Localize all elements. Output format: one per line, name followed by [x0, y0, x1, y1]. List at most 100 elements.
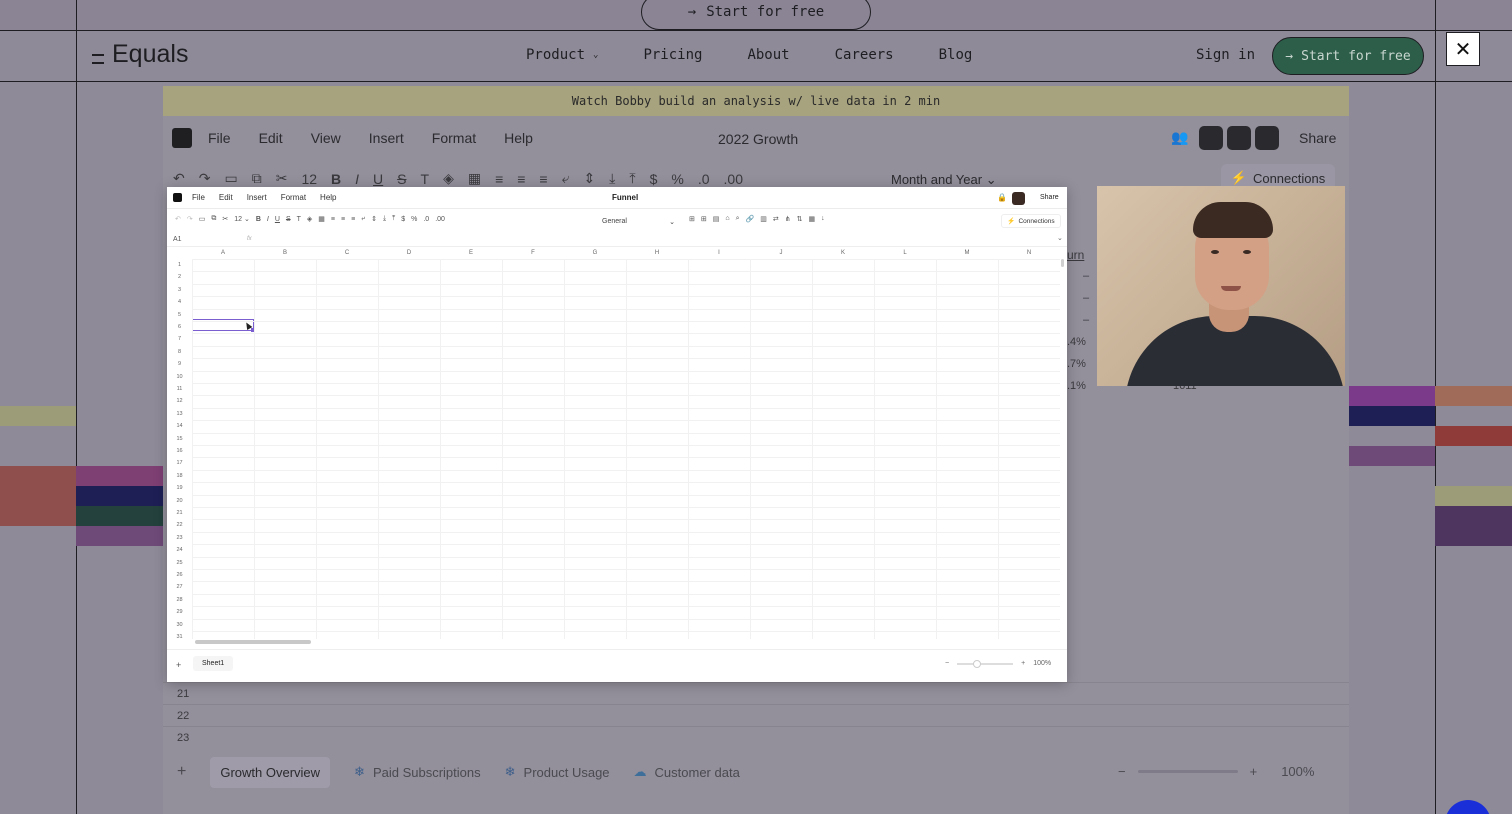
decimal-decrease-icon[interactable]: .0	[423, 216, 429, 223]
column-header[interactable]: N	[998, 247, 1060, 259]
row-header[interactable]: 27	[167, 584, 192, 590]
column-header[interactable]: D	[378, 247, 440, 259]
column-header[interactable]: H	[626, 247, 688, 259]
valign-top-icon[interactable]: ⤒	[392, 215, 395, 223]
zoom-in-icon[interactable]: +	[1250, 764, 1258, 779]
video-banner[interactable]: Watch Bobby build an analysis w/ live da…	[163, 86, 1349, 116]
row-header[interactable]: 4	[167, 299, 192, 305]
spreadsheet-grid[interactable]: A B C D E F G H I J K L M N 1 2 3 4 5 6 7 8 9 10 11 12 13 14 15 16 17 1…	[167, 247, 1060, 640]
valign-middle-icon[interactable]: ⇕	[371, 215, 377, 223]
zoom-out-icon[interactable]: −	[1118, 764, 1126, 779]
avatar[interactable]	[1012, 192, 1025, 205]
bold-icon[interactable]: B	[331, 171, 341, 187]
tag-icon[interactable]: ⌂	[725, 215, 729, 223]
row-header[interactable]: 22	[167, 522, 192, 528]
v-share-button[interactable]: Share	[1040, 194, 1059, 201]
decimal-increase-icon[interactable]: .00	[724, 171, 743, 187]
bg-menu-help[interactable]: Help	[504, 130, 533, 146]
sort-alpha-icon[interactable]: ↓	[821, 215, 825, 223]
font-size-select[interactable]: 12	[301, 171, 317, 187]
decimal-decrease-icon[interactable]: .0	[698, 171, 710, 187]
clipboard-icon[interactable]: ▭	[224, 170, 237, 187]
row-header[interactable]: 6	[167, 324, 192, 330]
redo-icon[interactable]: ↷	[199, 170, 211, 187]
bg-date-group-select[interactable]: Month and Year ⌄	[891, 172, 997, 188]
bg-share-button[interactable]: Share	[1299, 130, 1336, 146]
undo-icon[interactable]: ↶	[175, 215, 181, 223]
nav-product[interactable]: Product ⌄	[526, 47, 598, 63]
app-menu-icon[interactable]	[172, 128, 192, 148]
add-sheet-icon[interactable]: +	[176, 660, 181, 670]
nav-start-free-button[interactable]: → Start for free	[1272, 37, 1424, 75]
search-icon[interactable]: ⌕	[736, 215, 740, 223]
app-menu-icon[interactable]	[173, 193, 182, 202]
align-center-icon[interactable]: ≡	[341, 216, 345, 223]
zoom-out-icon[interactable]: −	[945, 660, 949, 667]
filter-icon[interactable]: ⋔	[785, 215, 791, 223]
percent-icon[interactable]: %	[411, 216, 417, 223]
equals-logo[interactable]: Equals	[92, 40, 188, 69]
align-left-icon[interactable]: ≡	[495, 171, 503, 187]
row-header[interactable]: 24	[167, 547, 192, 553]
nav-about[interactable]: About	[747, 47, 789, 63]
scissors-icon[interactable]: ✂	[276, 170, 288, 187]
tab-customer-data[interactable]: ☁ Customer data	[634, 764, 740, 780]
scissors-icon[interactable]: ✂	[222, 215, 228, 223]
wrap-icon[interactable]: ⤶	[562, 170, 570, 187]
v-menu-edit[interactable]: Edit	[219, 193, 233, 202]
decimal-increase-icon[interactable]: .00	[435, 216, 445, 223]
row-header[interactable]: 30	[167, 622, 192, 628]
align-left-icon[interactable]: ≡	[331, 216, 335, 223]
row-header[interactable]: 5	[167, 312, 192, 318]
row-header[interactable]: 14	[167, 423, 192, 429]
horizontal-scrollbar[interactable]	[195, 640, 311, 644]
video-player[interactable]: File Edit Insert Format Help Funnel 🔒 Sh…	[167, 187, 1067, 682]
nav-careers[interactable]: Careers	[835, 47, 894, 63]
v-document-title[interactable]: Funnel	[612, 193, 638, 202]
nav-pricing[interactable]: Pricing	[643, 47, 702, 63]
copy-icon[interactable]: ⧉	[252, 170, 262, 187]
currency-icon[interactable]: $	[650, 171, 658, 187]
redo-icon[interactable]: ↷	[187, 215, 193, 223]
italic-icon[interactable]: I	[267, 216, 269, 223]
v-menu-format[interactable]: Format	[281, 193, 306, 202]
valign-top-icon[interactable]: ⤒	[629, 170, 635, 187]
font-size-select[interactable]: 12 ⌄	[234, 215, 250, 223]
row-header[interactable]: 21	[167, 510, 192, 516]
row-header[interactable]: 3	[167, 287, 192, 293]
row-header[interactable]: 1	[167, 262, 192, 268]
zoom-slider-knob[interactable]	[973, 659, 982, 668]
cell-reference[interactable]: A1	[173, 236, 182, 243]
freeze-icon[interactable]: ▦	[809, 215, 816, 223]
bg-menu-edit[interactable]: Edit	[259, 130, 283, 146]
row-header[interactable]: 8	[167, 349, 192, 355]
avatar[interactable]	[1199, 126, 1223, 150]
bg-document-title[interactable]: 2022 Growth	[718, 131, 798, 147]
avatar[interactable]	[1255, 126, 1279, 150]
sign-in-link[interactable]: Sign in	[1196, 47, 1255, 63]
tab-growth-overview[interactable]: Growth Overview	[210, 756, 331, 788]
underline-icon[interactable]: U	[275, 216, 280, 223]
align-right-icon[interactable]: ≡	[351, 216, 355, 223]
row-header[interactable]: 18	[167, 473, 192, 479]
zoom-in-icon[interactable]: +	[1021, 660, 1025, 667]
chart-icon[interactable]: ▥	[760, 215, 767, 223]
tab-product-usage[interactable]: ❄ Product Usage	[505, 764, 610, 780]
people-icon[interactable]: 👥	[1171, 129, 1189, 147]
column-header[interactable]: J	[750, 247, 812, 259]
lock-icon[interactable]: 🔒	[997, 193, 1007, 202]
insert-col-icon[interactable]: ⊞	[701, 215, 707, 223]
strikethrough-icon[interactable]: S	[286, 216, 291, 223]
bg-menu-file[interactable]: File	[208, 130, 231, 146]
column-header[interactable]: B	[254, 247, 316, 259]
clipboard-icon[interactable]: ▭	[199, 215, 206, 223]
v-menu-file[interactable]: File	[192, 193, 205, 202]
bg-menu-format[interactable]: Format	[432, 130, 476, 146]
column-header[interactable]: A	[192, 247, 254, 259]
insert-row-icon[interactable]: ⊞	[689, 215, 695, 223]
vertical-scrollbar[interactable]	[1061, 259, 1064, 267]
bg-menu-insert[interactable]: Insert	[369, 130, 404, 146]
row-header[interactable]: 12	[167, 398, 192, 404]
borders-icon[interactable]: ▦	[468, 170, 481, 187]
wrap-icon[interactable]: ⤶	[361, 215, 365, 223]
